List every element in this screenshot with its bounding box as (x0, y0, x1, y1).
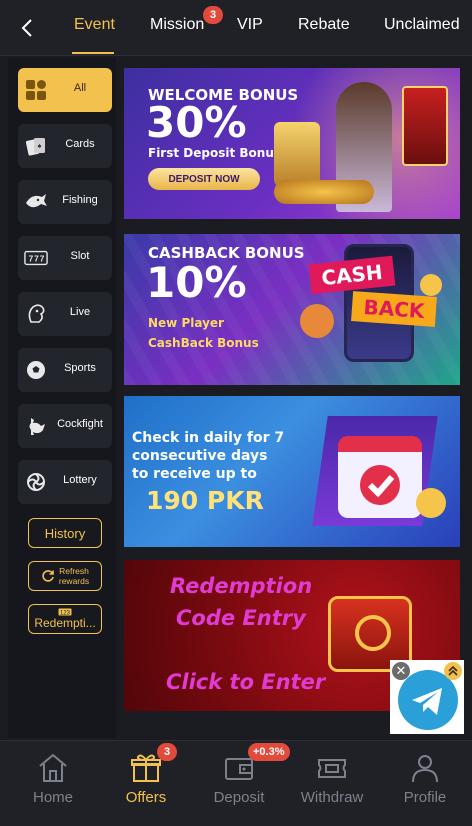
history-button[interactable]: History (28, 518, 102, 548)
live-icon (24, 302, 48, 326)
tab-mission[interactable]: Mission (150, 16, 204, 34)
click-to-enter-label[interactable]: Click to Enter (166, 670, 325, 694)
fishing-icon (24, 190, 48, 214)
sidebar-item-live[interactable]: Live (18, 292, 112, 336)
checkin-amount: 190 PKR (146, 486, 264, 515)
refresh-rewards-button[interactable]: Refresh rewards (28, 561, 102, 591)
nav-deposit[interactable]: Deposit +0.3% (192, 741, 290, 826)
refresh-label-line2: rewards (58, 576, 90, 586)
nav-home[interactable]: Home (6, 741, 100, 826)
cockfight-icon (24, 414, 48, 438)
sidebar-item-label: Cards (65, 138, 95, 150)
calendar-icon (338, 436, 422, 518)
welcome-bonus-subtitle: First Deposit Bonus (148, 146, 282, 160)
profile-icon (412, 755, 438, 783)
chest-dial-graphic (355, 615, 391, 651)
jackpot-machine-graphic (402, 86, 448, 166)
svg-text:7: 7 (29, 254, 34, 264)
cashback-amount: 10% (146, 258, 247, 307)
nav-deposit-label: Deposit (213, 789, 265, 806)
cards-icon: ♠ (24, 134, 48, 158)
wild-slot-graphic (274, 122, 320, 186)
nav-home-label: Home (32, 789, 73, 806)
tab-rebate[interactable]: Rebate (298, 16, 350, 34)
offers-badge: 3 (157, 743, 177, 761)
lottery-icon (24, 470, 48, 494)
tab-vip[interactable]: VIP (237, 16, 263, 34)
deposit-now-button[interactable]: DEPOSIT NOW (148, 168, 260, 190)
nav-profile[interactable]: Profile (378, 741, 472, 826)
redemption-line2: Code Entry (176, 606, 306, 630)
redemption-button[interactable]: 123 Redempti... (28, 604, 102, 634)
hand-graphic (416, 488, 446, 518)
mission-badge: 3 (203, 6, 223, 24)
back-tag-label: BACK (362, 294, 426, 324)
nav-offers-label: Offers (125, 789, 167, 806)
refresh-label-line1: Refresh (59, 566, 89, 576)
coin-graphic (420, 274, 442, 296)
chevron-left-icon (21, 19, 32, 37)
back-tag: BACK (351, 291, 437, 327)
svg-text:7: 7 (40, 254, 45, 264)
active-tab-indicator (72, 52, 114, 54)
daily-checkin-banner[interactable]: Check in daily for 7 consecutive days to… (124, 396, 460, 547)
redemption-code-icon: 123 (58, 608, 72, 616)
cashback-line2: CashBack Bonus (148, 336, 259, 350)
sidebar-item-label: Fishing (62, 194, 98, 206)
home-icon (39, 753, 67, 782)
history-label: History (44, 525, 86, 541)
mascot-graphic (300, 304, 334, 338)
checkin-line1: Check in daily for 7 (132, 430, 285, 446)
ticket-icon (318, 759, 346, 778)
chevron-up-icon[interactable] (444, 662, 462, 680)
deposit-now-label: DEPOSIT NOW (168, 173, 240, 185)
sidebar-item-all[interactable]: All (18, 68, 112, 112)
tab-event[interactable]: Event (74, 16, 115, 34)
sidebar-item-label: Live (69, 306, 91, 318)
back-button[interactable] (14, 14, 42, 42)
svg-text:7: 7 (34, 254, 39, 264)
deposit-bonus-badge: +0.3% (248, 743, 290, 761)
cash-tag-label: CASH (320, 259, 384, 291)
sidebar-item-sports[interactable]: Sports (18, 348, 112, 392)
sidebar-item-label: Slot (70, 250, 90, 262)
welcome-bonus-banner[interactable]: WELCOME BONUS 30% First Deposit Bonus DE… (124, 68, 460, 219)
sidebar-item-cards[interactable]: ♠ Cards (18, 124, 112, 168)
welcome-bonus-amount: 30% (146, 98, 247, 147)
telegram-float-widget[interactable]: ✕ (390, 660, 464, 734)
top-tab-bar: Event Mission 3 VIP Rebate Unclaimed (0, 0, 472, 56)
cashback-line1: New Player (148, 316, 224, 330)
sidebar-item-label: Cockfight (57, 418, 103, 430)
sidebar-item-cockfight[interactable]: Cockfight (18, 404, 112, 448)
checkin-line3: to receive up to (132, 466, 257, 482)
sidebar-item-label: All (73, 82, 87, 94)
checkin-line2: consecutive days (132, 448, 268, 464)
sidebar-item-fishing[interactable]: Fishing (18, 180, 112, 224)
redemption-line1: Redemption (170, 574, 313, 598)
nav-withdraw-label: Withdraw (300, 789, 364, 806)
category-sidebar: All ♠ Cards Fishing 777 Slot Live Sports… (8, 58, 116, 738)
nav-offers[interactable]: Offers 3 (99, 741, 193, 826)
svg-text:♠: ♠ (38, 143, 42, 150)
sidebar-item-label: Lottery (63, 474, 97, 486)
refresh-text: Refresh rewards (59, 566, 89, 586)
tab-unclaimed[interactable]: Unclaimed (384, 16, 460, 34)
all-grid-icon (24, 78, 48, 102)
sidebar-item-lottery[interactable]: Lottery (18, 460, 112, 504)
promotions-page: Event Mission 3 VIP Rebate Unclaimed All… (0, 0, 472, 826)
sidebar-item-label: Sports (64, 362, 96, 374)
close-icon[interactable]: ✕ (392, 662, 410, 680)
nav-profile-label: Profile (403, 789, 447, 806)
bottom-navigation: Home Offers 3 Deposit +0.3% Withdraw Pro… (0, 740, 472, 826)
coins-graphic (274, 180, 374, 204)
sports-ball-icon (24, 358, 48, 382)
cashback-bonus-banner[interactable]: CASHBACK BONUS 10% New Player CashBack B… (124, 234, 460, 385)
sidebar-item-slot[interactable]: 777 Slot (18, 236, 112, 280)
refresh-icon (42, 570, 54, 582)
nav-withdraw[interactable]: Withdraw (285, 741, 379, 826)
slot-icon: 777 (24, 246, 48, 270)
redemption-label: Redempti... (34, 616, 96, 630)
